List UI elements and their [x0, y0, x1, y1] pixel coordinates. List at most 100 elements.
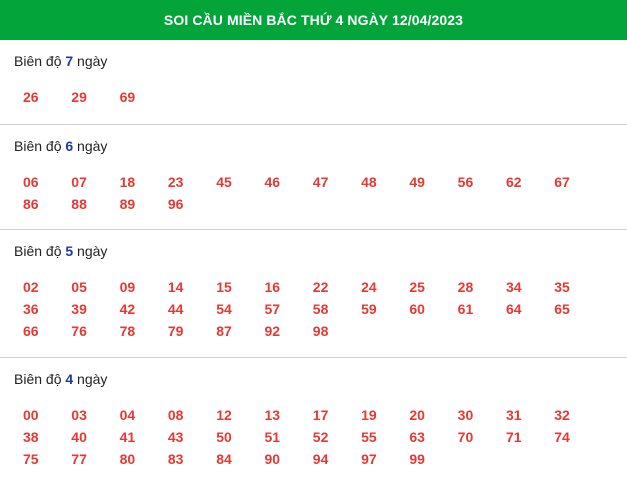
lottery-number: 71 — [505, 429, 522, 445]
lottery-number: 35 — [554, 279, 570, 295]
lottery-number: 14 — [167, 279, 184, 295]
lottery-number: 03 — [71, 407, 87, 423]
lottery-number: 34 — [505, 279, 522, 295]
lottery-number: 32 — [554, 407, 570, 423]
lottery-number: 39 — [71, 301, 87, 317]
lottery-number: 29 — [71, 89, 87, 105]
section-title: Biên độ 6 ngày — [14, 125, 627, 155]
lottery-number: 94 — [312, 451, 329, 467]
lottery-number: 25 — [409, 279, 425, 295]
lottery-number: 70 — [457, 429, 474, 445]
lottery-number: 50 — [216, 429, 232, 445]
section-title: Biên độ 7 ngày — [14, 40, 627, 70]
lottery-number: 24 — [361, 279, 377, 295]
page: SOI CẦU MIỀN BẮC THỨ 4 NGÀY 12/04/2023 B… — [0, 0, 627, 484]
lottery-number: 47 — [312, 174, 329, 190]
lottery-number: 60 — [409, 301, 425, 317]
lottery-number: 76 — [71, 323, 87, 339]
lottery-number: 02 — [23, 279, 39, 295]
number-list: 26 29 69 — [14, 86, 627, 108]
lottery-number: 42 — [119, 301, 136, 317]
lottery-number: 83 — [167, 451, 184, 467]
lottery-number: 90 — [264, 451, 281, 467]
section-title: Biên độ 4 ngày — [14, 358, 627, 388]
lottery-number: 74 — [554, 429, 570, 445]
lottery-number: 26 — [23, 89, 39, 105]
section-label-suffix: ngày — [73, 371, 108, 387]
lottery-number: 87 — [216, 323, 232, 339]
amplitude-value: 7 — [65, 53, 74, 69]
section-label-prefix: Biên độ — [14, 138, 66, 154]
lottery-number: 19 — [361, 407, 377, 423]
lottery-number: 89 — [119, 196, 136, 212]
amplitude-value: 4 — [65, 371, 74, 387]
page-header: SOI CẦU MIỀN BẮC THỨ 4 NGÀY 12/04/2023 — [0, 0, 627, 40]
lottery-number: 17 — [312, 407, 329, 423]
lottery-number: 07 — [71, 174, 87, 190]
number-list: 06 07 18 23 45 46 47 48 49 56 62 67 86 88 89 96 — [14, 171, 627, 215]
lottery-number: 31 — [505, 407, 522, 423]
lottery-number: 06 — [23, 174, 39, 190]
lottery-number: 96 — [167, 196, 184, 212]
lottery-number: 41 — [119, 429, 136, 445]
amplitude-section-7: Biên độ 7 ngày 26 29 69 — [0, 40, 627, 125]
lottery-number: 99 — [409, 451, 425, 467]
lottery-number: 62 — [505, 174, 522, 190]
lottery-number: 63 — [409, 429, 425, 445]
section-label-prefix: Biên độ — [14, 371, 66, 387]
lottery-number: 00 — [23, 407, 39, 423]
lottery-number: 79 — [167, 323, 184, 339]
lottery-number: 84 — [216, 451, 232, 467]
lottery-number: 23 — [167, 174, 184, 190]
lottery-number: 04 — [119, 407, 136, 423]
lottery-number: 12 — [216, 407, 232, 423]
lottery-number: 80 — [119, 451, 136, 467]
amplitude-value: 6 — [65, 138, 74, 154]
lottery-number: 64 — [505, 301, 522, 317]
lottery-number: 36 — [23, 301, 39, 317]
page-title: SOI CẦU MIỀN BẮC THỨ 4 NGÀY 12/04/2023 — [163, 12, 464, 28]
lottery-number: 98 — [312, 323, 329, 339]
lottery-number: 20 — [409, 407, 425, 423]
number-list: 02 05 09 14 15 16 22 24 25 28 34 35 36 39 42 44 54 57 58 59… — [14, 276, 627, 342]
amplitude-value: 5 — [65, 243, 74, 259]
lottery-number: 15 — [216, 279, 232, 295]
lottery-number: 52 — [312, 429, 329, 445]
lottery-number: 13 — [264, 407, 281, 423]
section-label-suffix: ngày — [73, 53, 108, 69]
lottery-number: 58 — [312, 301, 329, 317]
amplitude-section-6: Biên độ 6 ngày 06 07 18 23 45 46 47 48 49 56 62 67 8… — [0, 125, 627, 230]
lottery-number: 28 — [457, 279, 474, 295]
lottery-number: 59 — [361, 301, 377, 317]
lottery-number: 08 — [167, 407, 184, 423]
lottery-number: 48 — [361, 174, 377, 190]
section-title: Biên độ 5 ngày — [14, 230, 627, 260]
section-label-suffix: ngày — [73, 243, 108, 259]
lottery-number: 69 — [119, 89, 136, 105]
lottery-number: 86 — [23, 196, 39, 212]
lottery-number: 57 — [264, 301, 281, 317]
lottery-number: 44 — [167, 301, 184, 317]
lottery-number: 40 — [71, 429, 87, 445]
number-list: 00 03 04 08 12 13 17 19 20 30 31 32 38 40 41 43 50 51 52 55… — [14, 404, 627, 470]
lottery-number: 75 — [23, 451, 39, 467]
lottery-number: 49 — [409, 174, 425, 190]
lottery-number: 66 — [23, 323, 39, 339]
section-label-prefix: Biên độ — [14, 243, 66, 259]
lottery-number: 16 — [264, 279, 281, 295]
lottery-number: 92 — [264, 323, 281, 339]
lottery-number: 78 — [119, 323, 136, 339]
lottery-number: 09 — [119, 279, 136, 295]
lottery-number: 65 — [554, 301, 570, 317]
lottery-number: 05 — [71, 279, 87, 295]
section-label-prefix: Biên độ — [14, 53, 66, 69]
lottery-number: 88 — [71, 196, 87, 212]
lottery-number: 45 — [216, 174, 232, 190]
lottery-number: 22 — [312, 279, 329, 295]
lottery-number: 77 — [71, 451, 87, 467]
lottery-number: 38 — [23, 429, 39, 445]
lottery-number: 43 — [167, 429, 184, 445]
lottery-number: 55 — [361, 429, 377, 445]
lottery-number: 61 — [457, 301, 474, 317]
lottery-number: 30 — [457, 407, 474, 423]
